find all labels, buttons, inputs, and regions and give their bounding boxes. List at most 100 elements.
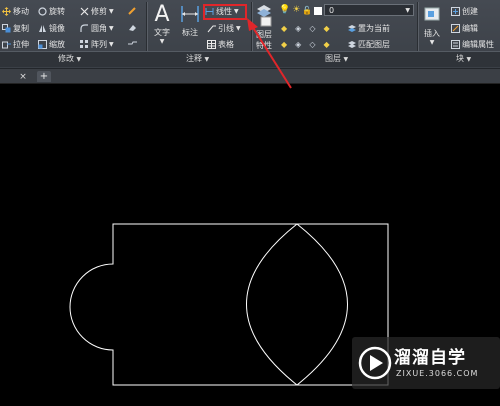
- sun-icon: ☀: [292, 5, 301, 15]
- mirror-label: 镜像: [49, 24, 65, 33]
- scale-icon: [38, 40, 47, 49]
- edit-block-button[interactable]: 编辑: [451, 23, 478, 34]
- stretch-tool[interactable]: 拉伸: [2, 39, 29, 50]
- dimension-label: 标注: [182, 28, 198, 37]
- layer-walk-icon: ◆: [281, 40, 288, 49]
- layer-properties-label-1: 图层: [256, 30, 272, 39]
- watermark-url: ZIXUE.3066.COM: [396, 369, 479, 378]
- layer-merge-icon: ◈: [295, 40, 302, 49]
- chevron-down-icon: ▼: [466, 56, 472, 63]
- annotation-panel-title[interactable]: 注释 ▼: [186, 52, 209, 66]
- text-icon: A: [154, 2, 170, 27]
- trim-icon: [80, 7, 89, 16]
- chevron-down-icon: ▼: [429, 39, 435, 46]
- table-icon: [207, 40, 216, 49]
- text-label: 文字: [154, 28, 170, 37]
- chevron-down-icon: ▼: [236, 25, 241, 32]
- match-layer-label: 匹配图层: [358, 40, 390, 49]
- insert-block-button[interactable]: 插入 ▼: [421, 4, 443, 46]
- fillet-tool[interactable]: 圆角 ▼: [80, 23, 114, 34]
- close-tab-button[interactable]: ×: [17, 72, 29, 82]
- layer-off-icon: ◆: [281, 24, 288, 33]
- edit-attributes-icon: [451, 40, 460, 49]
- edit-label: 编辑: [462, 24, 478, 33]
- layer-thaw-icon: ◇: [309, 40, 316, 49]
- create-block-button[interactable]: 创建: [451, 6, 478, 17]
- watermark-title: 溜溜自学: [394, 348, 466, 368]
- set-current-icon: [347, 24, 356, 33]
- layer-tools-row-1[interactable]: ◆ ◈ ◇ ◆: [281, 23, 330, 34]
- copy-tool[interactable]: 复制: [2, 23, 29, 34]
- edit-attributes-label: 编辑属性: [462, 40, 494, 49]
- block-panel-title[interactable]: 块 ▼: [456, 52, 471, 66]
- leader-icon: [207, 24, 216, 33]
- lens-shape-outline: [246, 223, 348, 386]
- layer-freeze-icon: ◇: [309, 24, 316, 33]
- trim-tool[interactable]: 修剪 ▼: [80, 6, 114, 17]
- mirror-icon: [38, 24, 47, 33]
- mirror-tool[interactable]: 镜像: [38, 23, 65, 34]
- array-label: 阵列: [91, 40, 107, 49]
- modify-extra-pencil[interactable]: [128, 6, 137, 15]
- modify-extra-join[interactable]: [128, 39, 137, 48]
- block-title-label: 块: [456, 54, 464, 63]
- fillet-icon: [80, 24, 89, 33]
- insert-label: 插入: [424, 29, 440, 38]
- copy-label: 复制: [13, 24, 29, 33]
- join-icon: [128, 39, 137, 48]
- document-tab-bar: [0, 69, 500, 84]
- layer-lock-icon: ◆: [323, 24, 330, 33]
- leader-label: 引线: [218, 24, 234, 33]
- layer-properties-label-2: 特性: [256, 41, 272, 50]
- new-tab-button[interactable]: +: [37, 71, 51, 82]
- edit-attributes-button[interactable]: 编辑属性: [451, 39, 494, 50]
- dimension-icon: [178, 4, 202, 27]
- rectangle-with-notch-outline: [69, 223, 389, 386]
- chevron-down-icon: ▼: [76, 56, 82, 63]
- play-logo-icon: [358, 346, 392, 380]
- modify-extra-erase[interactable]: [128, 23, 137, 32]
- table-label: 表格: [218, 40, 234, 49]
- stretch-label: 拉伸: [13, 40, 29, 49]
- chevron-down-icon: ▼: [109, 25, 114, 32]
- watermark: 溜溜自学 ZIXUE.3066.COM: [352, 337, 500, 389]
- eraser-icon: [128, 23, 137, 32]
- layer-unlock-icon: ◆: [323, 40, 330, 49]
- text-button[interactable]: A 文字 ▼: [152, 2, 172, 46]
- pencil-icon: [128, 6, 137, 15]
- array-tool[interactable]: 阵列 ▼: [80, 39, 114, 50]
- match-layer-button[interactable]: 匹配图层: [347, 39, 390, 50]
- move-icon: [2, 7, 11, 16]
- create-label: 创建: [462, 7, 478, 16]
- chevron-down-icon: ▼: [204, 56, 210, 63]
- layers-panel-title[interactable]: 图层 ▼: [325, 52, 348, 66]
- layer-color-swatch: [314, 6, 323, 15]
- rotate-label: 旋转: [49, 7, 65, 16]
- linear-highlight-box: [203, 4, 247, 20]
- table-button[interactable]: 表格: [207, 39, 234, 50]
- modify-panel-title[interactable]: 修改 ▼: [58, 52, 81, 66]
- layer-properties-icon: [254, 3, 274, 29]
- chevron-down-icon: ▼: [405, 7, 410, 14]
- layer-dropdown[interactable]: 0 ▼: [324, 4, 414, 16]
- current-layer-value: 0: [329, 6, 335, 15]
- fillet-label: 圆角: [91, 24, 107, 33]
- leader-dropdown[interactable]: 引线 ▼: [207, 23, 241, 34]
- scale-tool[interactable]: 缩放: [38, 39, 65, 50]
- chevron-down-icon: ▼: [109, 41, 114, 48]
- layer-state-icons[interactable]: 💡 ☀ 🔓: [279, 5, 323, 16]
- layer-properties-button[interactable]: 图层 特性: [254, 3, 274, 51]
- match-layer-icon: [347, 40, 356, 49]
- create-block-icon: [451, 7, 460, 16]
- array-icon: [80, 40, 89, 49]
- lock-icon: 🔓: [302, 6, 313, 15]
- annotation-title-label: 注释: [186, 54, 202, 63]
- chevron-down-icon: ▼: [159, 38, 165, 45]
- set-current-button[interactable]: 置为当前: [347, 23, 390, 34]
- move-tool[interactable]: 移动: [2, 6, 29, 17]
- layer-tools-row-2[interactable]: ◆ ◈ ◇ ◆: [281, 39, 330, 50]
- dimension-button[interactable]: 标注: [178, 4, 202, 38]
- rotate-tool[interactable]: 旋转: [38, 6, 65, 17]
- insert-block-icon: [421, 4, 443, 28]
- move-label: 移动: [13, 7, 29, 16]
